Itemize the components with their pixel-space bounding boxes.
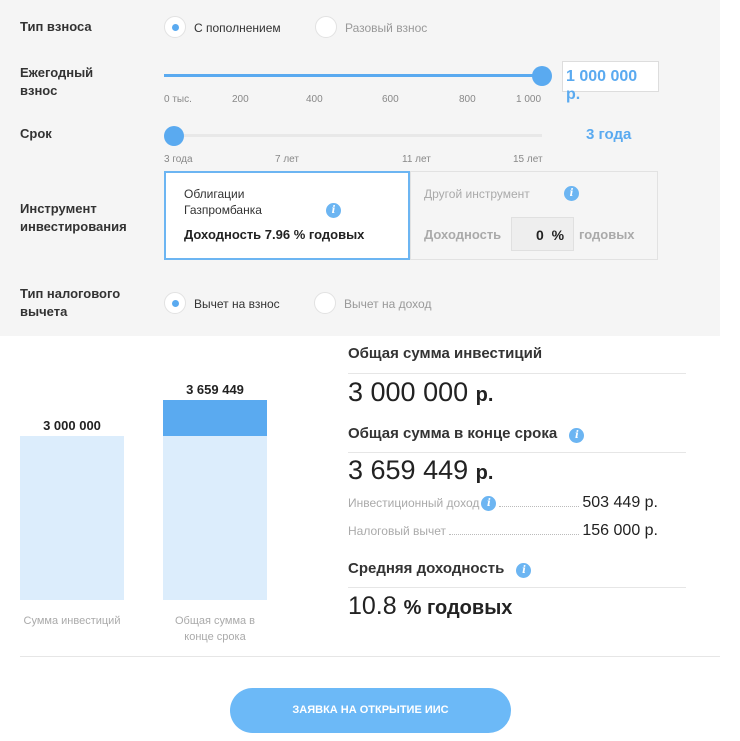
tax-row: Налоговый вычет 156 000 р.	[348, 522, 658, 540]
tick: 600	[382, 94, 399, 105]
income-label: Инвестиционный доход	[348, 496, 480, 510]
other-yield-input[interactable]: 0 %	[511, 217, 574, 251]
bar-invested	[20, 436, 124, 600]
tick: 3 года	[164, 154, 193, 165]
tick: 0 тыс.	[164, 94, 192, 105]
radio-deduction-contribution-label[interactable]: Вычет на взнос	[194, 296, 280, 312]
tick: 11 лет	[402, 154, 431, 165]
instrument-other-card[interactable]: Другой инструмент i Доходность 0 % годов…	[410, 171, 658, 260]
instrument-label: Инструмент инвестирования	[20, 201, 127, 234]
tick: 15 лет	[513, 154, 543, 165]
amount: 3 000 000	[348, 377, 469, 407]
bar-value-label: 3 000 000	[43, 418, 101, 433]
info-icon[interactable]: i	[564, 186, 579, 201]
info-icon[interactable]: i	[326, 203, 341, 218]
amount: 10.8	[348, 592, 397, 620]
tick: 200	[232, 94, 249, 105]
info-icon[interactable]: i	[481, 495, 497, 511]
other-name: Другой инструмент	[424, 187, 530, 201]
term-slider-handle[interactable]	[164, 126, 184, 146]
term-label: Срок	[20, 126, 52, 141]
suffix: % годовых	[403, 597, 513, 619]
tick: 400	[306, 94, 323, 105]
radio-deduction-contribution[interactable]	[164, 292, 186, 314]
total-invest-title: Общая сумма инвестиций	[348, 345, 543, 362]
info-icon[interactable]: i	[516, 563, 532, 578]
bar-caption: Сумма инвестиций	[23, 615, 121, 627]
tax-type-label: Тип налогового вычета	[20, 286, 121, 319]
title-text: Общая сумма в конце срока	[348, 425, 558, 442]
avg-yield-value: 10.8 % годовых	[348, 592, 512, 621]
gazprom-name: Облигации Газпромбанка	[184, 187, 262, 217]
bar-caption: Общая сумма в конце срока	[174, 615, 256, 643]
instrument-gazprom-card[interactable]: Облигации Газпромбанка i Доходность 7.96…	[164, 171, 410, 260]
annual-label: Ежегодный взнос	[20, 65, 94, 98]
divider	[348, 452, 686, 453]
income-value: 503 449 р.	[582, 494, 658, 511]
end-total-title: Общая сумма в конце срока i	[348, 425, 585, 443]
radio-deduction-income-label[interactable]: Вычет на доход	[344, 296, 431, 312]
other-yield-label: Доходность	[424, 227, 502, 242]
tax-label: Налоговый вычет	[348, 524, 446, 538]
calculator-form: Тип взноса С пополнением Разовый взнос Е…	[0, 0, 720, 336]
tax-value: 156 000 р.	[582, 522, 658, 539]
other-yield-value: 0	[536, 227, 544, 243]
currency: р.	[475, 384, 494, 406]
percent-sign: %	[551, 227, 565, 243]
term-slider-track[interactable]	[164, 134, 542, 137]
annual-amount-input[interactable]: 1 000 000 р.	[562, 61, 659, 103]
total-invest-value: 3 000 000 р.	[348, 377, 493, 408]
tick: 1 000	[516, 94, 542, 105]
divider	[348, 373, 686, 374]
annual-slider-handle[interactable]	[532, 66, 552, 86]
end-total-value: 3 659 449 р.	[348, 455, 493, 486]
tick: 7 лет	[275, 154, 299, 165]
bar-end-total-income-part	[163, 400, 267, 437]
radio-with-topup-label[interactable]: С пополнением	[194, 20, 281, 36]
avg-yield-title: Средняя доходность i	[348, 560, 532, 578]
radio-single-label[interactable]: Разовый взнос	[345, 20, 427, 36]
amount: 3 659 449	[348, 455, 469, 485]
other-yield-suffix: годовых	[579, 227, 635, 242]
contribution-type-label: Тип взноса	[20, 19, 92, 34]
annual-ticks: 0 тыс. 200 400 600 800 1 000	[164, 94, 544, 108]
tick: 800	[459, 94, 476, 105]
open-iis-button[interactable]: ЗАЯВКА НА ОТКРЫТИЕ ИИС	[230, 688, 511, 733]
radio-deduction-income[interactable]	[314, 292, 336, 314]
divider	[348, 587, 686, 588]
currency: р.	[475, 462, 494, 484]
term-value: 3 года	[586, 126, 632, 143]
gazprom-yield: Доходность 7.96 % годовых	[184, 227, 365, 242]
bar-value-label: 3 659 449	[186, 382, 244, 397]
title-text: Средняя доходность	[348, 560, 505, 577]
radio-single[interactable]	[315, 16, 337, 38]
income-row: Инвестиционный доход i 503 449 р.	[348, 494, 658, 512]
divider	[20, 656, 720, 657]
info-icon[interactable]: i	[569, 428, 585, 443]
radio-with-topup[interactable]	[164, 16, 186, 38]
annual-slider-fill	[164, 74, 542, 77]
